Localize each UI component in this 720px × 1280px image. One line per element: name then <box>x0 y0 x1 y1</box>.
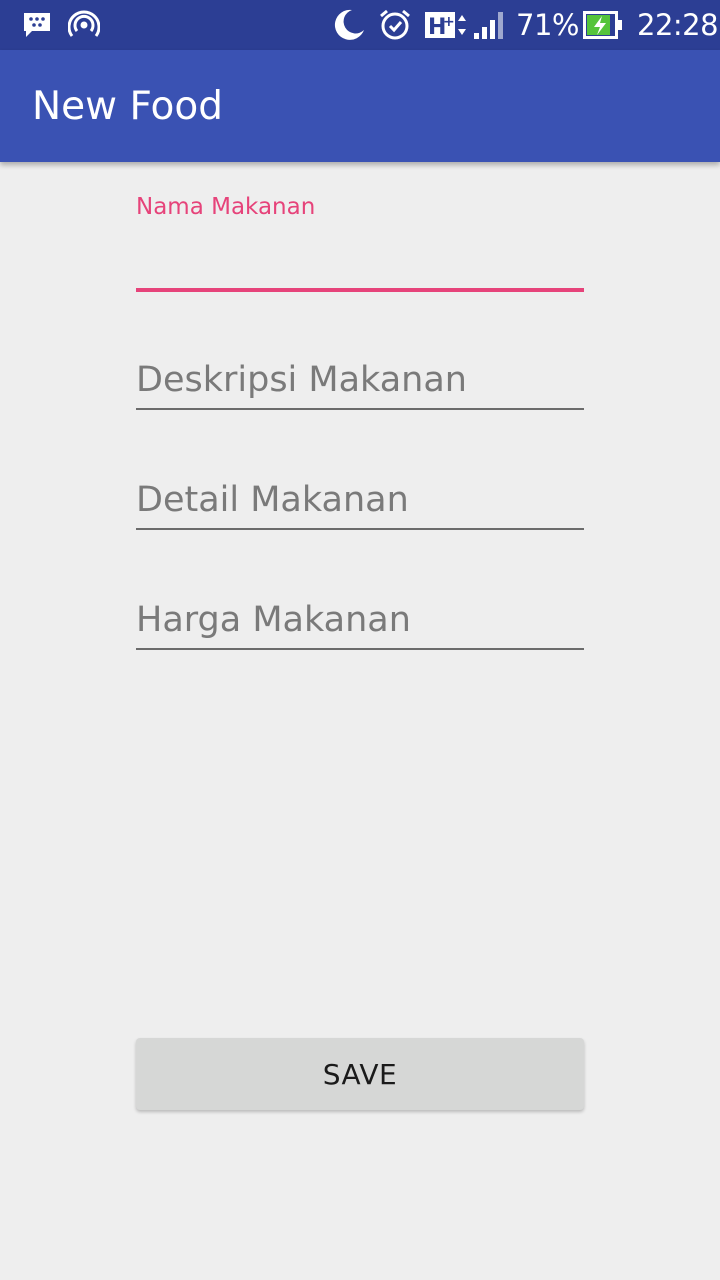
bbm-chat-icon <box>22 9 52 41</box>
hotspot-icon <box>68 9 100 41</box>
food-detail-underline <box>136 528 584 530</box>
status-bar: H + 71% 22:28 <box>0 0 720 50</box>
battery-percentage: 71% <box>516 8 579 42</box>
moon-icon <box>332 9 366 41</box>
food-name-underline <box>136 288 584 292</box>
svg-text:+: + <box>443 14 455 30</box>
food-description-underline <box>136 408 584 410</box>
food-price-input[interactable] <box>136 592 584 648</box>
save-button[interactable]: SAVE <box>136 1038 584 1110</box>
page-title: New Food <box>32 84 223 129</box>
food-price-underline <box>136 648 584 650</box>
clock: 22:28 <box>637 8 719 42</box>
network-h-plus-icon: H + <box>424 9 470 41</box>
food-name-label: Nama Makanan <box>136 194 316 220</box>
app-bar: New Food <box>0 50 720 162</box>
signal-icon <box>472 9 506 41</box>
battery-charging-icon <box>583 9 623 41</box>
food-description-input[interactable] <box>136 352 584 408</box>
alarm-icon <box>378 9 412 41</box>
food-name-input[interactable] <box>136 232 584 288</box>
food-detail-input[interactable] <box>136 472 584 528</box>
